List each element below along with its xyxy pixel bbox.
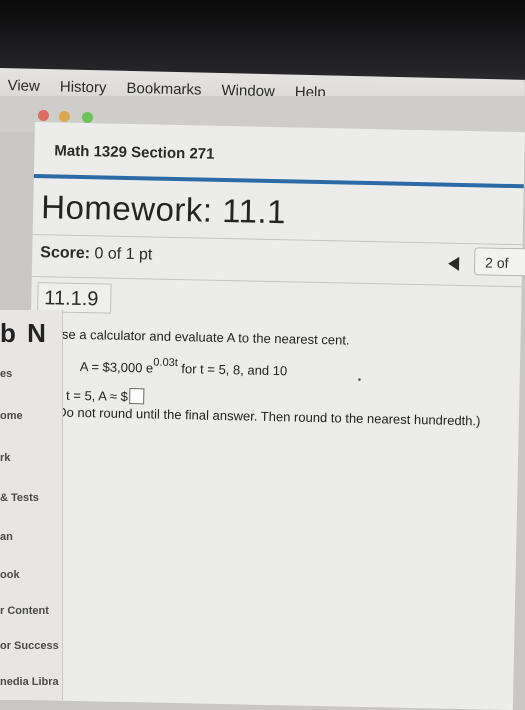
menu-history[interactable]: History [60, 78, 107, 96]
sidebar-item-content[interactable]: r Content [0, 605, 49, 617]
sidebar-logo: b N [0, 318, 48, 348]
header-divider [33, 173, 524, 189]
sidebar-item-success[interactable]: or Success [0, 640, 59, 652]
sidebar-item-home[interactable]: ome [0, 410, 23, 422]
answer-prompt: If t = 5, A ≈ $ [55, 387, 128, 405]
previous-question-icon[interactable] [447, 256, 460, 271]
sidebar-item-media-library[interactable]: nedia Libra [0, 676, 59, 688]
formula-lhs: A = $3,000 e [79, 358, 154, 376]
menu-view[interactable]: View [7, 77, 40, 95]
homework-panel: Math 1329 Section 271 › Homework: 11.1 S… [22, 122, 525, 710]
question-pager[interactable]: 2 of [473, 247, 525, 277]
question-number: 11.1.9 [37, 282, 112, 314]
sidebar-item-gradebook[interactable]: ook [0, 569, 20, 581]
score-label: Score: [40, 244, 91, 263]
answer-input[interactable] [128, 388, 144, 405]
question-formula: A = $3,000 e0.03t for t = 5, 8, and 10 [79, 355, 288, 379]
sidebar-item-study-plan[interactable]: an [0, 531, 13, 543]
formula-exponent: 0.03t [153, 356, 178, 370]
page-title: Homework: 11.1 [40, 188, 287, 231]
sidebar-item[interactable]: es [0, 368, 12, 380]
rounding-note: (Do not round until the final answer. Th… [52, 404, 481, 429]
answer-row: If t = 5, A ≈ $ [55, 386, 144, 405]
question-instruction: Use a calculator and evaluate A to the n… [52, 326, 350, 348]
sidebar-item-homework[interactable]: rk [0, 452, 10, 464]
minimize-window-icon[interactable] [59, 111, 70, 122]
score-value: 0 of 1 pt [94, 245, 153, 264]
sidebar-item-quizzes-tests[interactable]: & Tests [0, 492, 39, 504]
formula-rhs: for t = 5, 8, and 10 [181, 361, 288, 379]
course-title: Math 1329 Section 271 [54, 142, 215, 163]
score-display: Score: 0 of 1 pt [40, 244, 152, 264]
zoom-window-icon[interactable] [82, 112, 93, 123]
mouse-cursor: • [357, 374, 362, 386]
close-window-icon[interactable] [38, 110, 49, 121]
divider [32, 233, 523, 246]
